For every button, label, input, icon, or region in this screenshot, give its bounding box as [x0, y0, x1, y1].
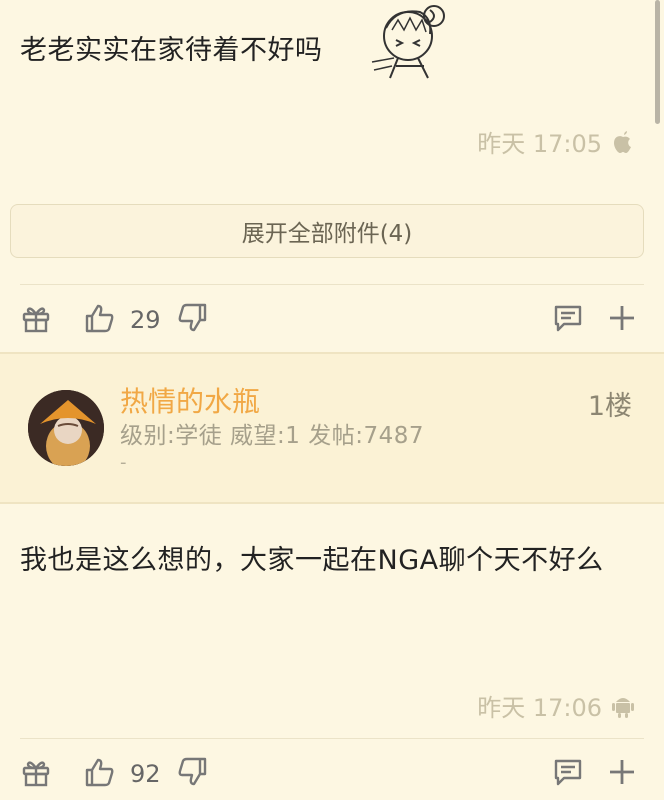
- comment-icon[interactable]: [552, 756, 584, 788]
- post-action-bar: 29: [0, 294, 664, 344]
- timestamp-text: 昨天 17:05: [477, 130, 602, 158]
- thumbs-up-icon[interactable]: [84, 302, 116, 334]
- post-content: 老老实实在家待着不好吗: [20, 35, 323, 66]
- avatar[interactable]: [28, 390, 104, 466]
- thumbs-up-icon[interactable]: [84, 756, 116, 788]
- apple-icon: [614, 130, 631, 153]
- author-stats: 级别:学徒 威望:1 发帖:7487: [120, 423, 425, 449]
- floor-divider: [0, 502, 664, 504]
- timestamp-text: 昨天 17:06: [477, 694, 602, 722]
- floor-number: 1楼: [587, 391, 632, 422]
- reply-action-bar: 92: [0, 748, 664, 798]
- android-icon: [612, 697, 634, 718]
- author-extra: -: [120, 452, 127, 473]
- author-name[interactable]: 热情的水瓶: [120, 380, 260, 420]
- thumbs-down-icon[interactable]: [176, 302, 208, 334]
- reply-timestamp: 昨天 17:06: [477, 688, 634, 723]
- reply-author-block: 热情的水瓶 级别:学徒 威望:1 发帖:7487 - 1楼: [0, 354, 664, 502]
- like-count: 92: [130, 760, 161, 788]
- divider: [20, 284, 644, 285]
- page-scrollbar[interactable]: [655, 0, 660, 124]
- anime-sticker-image: [371, 5, 445, 79]
- reply-content: 我也是这么想的，大家一起在NGA聊个天不好么: [20, 545, 604, 576]
- gift-icon[interactable]: [20, 756, 52, 788]
- divider: [20, 738, 644, 739]
- expand-attachments-button[interactable]: 展开全部附件(4): [10, 204, 644, 258]
- thumbs-down-icon[interactable]: [176, 756, 208, 788]
- gift-icon[interactable]: [20, 302, 52, 334]
- plus-icon[interactable]: [606, 756, 638, 788]
- like-count: 29: [130, 306, 161, 334]
- post-timestamp: 昨天 17:05: [477, 124, 634, 159]
- plus-icon[interactable]: [606, 302, 638, 334]
- comment-icon[interactable]: [552, 302, 584, 334]
